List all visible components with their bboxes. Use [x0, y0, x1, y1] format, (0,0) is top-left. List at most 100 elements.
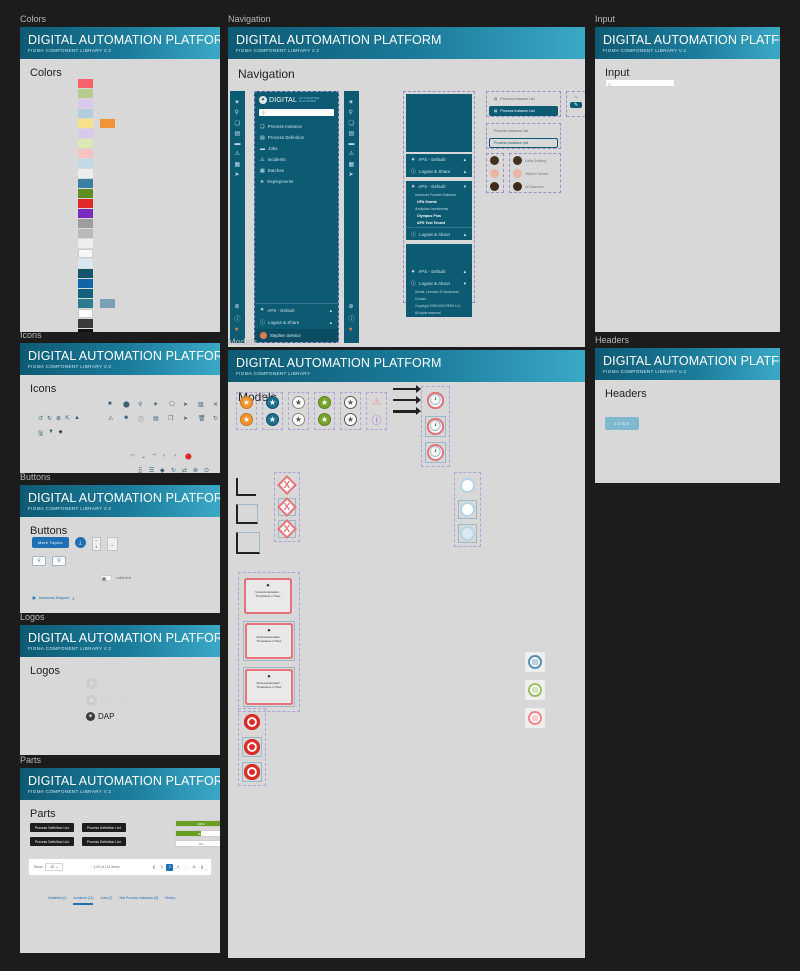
- info-icon[interactable]: ⓘ: [348, 314, 354, 323]
- tab-incidents-12[interactable]: Incidents (12): [73, 896, 94, 905]
- search-icon[interactable]: ⚲: [234, 109, 240, 116]
- avatar-row[interactable]: Kathy Schilling: [510, 154, 560, 167]
- sidebar-item-deployments[interactable]: ➤ Deployments: [255, 176, 338, 187]
- nav-dropdown-collapsed[interactable]: ✷ APS - Default ▲ ⓘ Logout & Share ▲: [406, 154, 472, 177]
- warning-icon[interactable]: ⚠: [234, 150, 240, 157]
- list-item-muted[interactable]: Process Instance List: [489, 126, 558, 136]
- download-diagram-link[interactable]: Download Diagram: [39, 596, 70, 600]
- gear-icon[interactable]: ✷: [234, 99, 240, 106]
- list-item[interactable]: ▤ Process Instance List: [489, 94, 558, 104]
- pager-page[interactable]: 1: [158, 864, 165, 871]
- process-instance-icon[interactable]: ❏: [348, 120, 354, 127]
- breadcrumb-chip[interactable]: Process Definition List: [81, 837, 126, 846]
- file-icon[interactable]: ▤: [153, 415, 159, 422]
- refresh-icon[interactable]: ↻: [213, 415, 218, 422]
- info-icon[interactable]: ⓘ: [138, 415, 144, 424]
- breadcrumb-chip[interactable]: Process Definition List: [30, 837, 74, 846]
- quantity-stepper[interactable]: ⌃ 1: [91, 537, 101, 551]
- gear-dark-icon[interactable]: ✷: [58, 429, 63, 436]
- breadcrumb-chip[interactable]: Process Definition List: [81, 823, 126, 832]
- chevron-down-icon[interactable]: ⌄: [141, 453, 146, 460]
- breadcrumb-chip[interactable]: Process Definition List: [30, 823, 74, 832]
- globe-icon[interactable]: ⊕: [234, 303, 240, 310]
- file-icon[interactable]: ▤: [348, 130, 354, 137]
- nav-footer-logout-share[interactable]: ⓘ Logout & Share ▲: [255, 316, 338, 329]
- nav-rail-icons[interactable]: ✷ ⚲ ❏ ▤ ▬ ⚠ ▦ ➤ ⊕ ⓘ ●: [234, 95, 240, 337]
- nav-aps-default-3[interactable]: ✷ APS - Default ▲: [406, 266, 472, 277]
- tab-sub-process-instances-6[interactable]: Sub Process Instances (6): [119, 896, 158, 905]
- up-arrow-icon[interactable]: ▲: [74, 415, 80, 421]
- nav-legal-expanded[interactable]: ✷ APS - Default ▲ ⓘ Logout & About ▼ Dee…: [406, 244, 472, 317]
- sidebar-item-incidents[interactable]: ⚠ Incidents: [255, 154, 338, 165]
- chevron-up-icon[interactable]: ▲: [463, 169, 467, 174]
- legal-link[interactable]: Contact: [406, 296, 472, 303]
- dot-red-icon[interactable]: ⬤: [185, 453, 192, 460]
- chevron-down-icon[interactable]: ▼: [463, 184, 467, 189]
- close-icon[interactable]: ✕: [213, 401, 218, 408]
- chevron-up-icon[interactable]: ⌃: [152, 453, 157, 460]
- batch-icon[interactable]: ▦: [348, 161, 354, 168]
- filter-icon[interactable]: ▼: [48, 429, 54, 435]
- send-icon[interactable]: ➤: [183, 415, 188, 422]
- chevron-up-icon[interactable]: ▲: [463, 269, 467, 274]
- record-icon[interactable]: ⬤: [123, 401, 130, 408]
- avatar-icon[interactable]: ●: [234, 326, 240, 333]
- nav-group-item[interactable]: Olympus Plus: [406, 213, 472, 220]
- chevron-down-icon[interactable]: ▼: [463, 281, 467, 286]
- avatar-row[interactable]: [487, 154, 503, 167]
- chevron-down-icon[interactable]: ⌄: [111, 542, 114, 547]
- nav-legal-about[interactable]: ⓘ Logout & Share ▲: [406, 165, 472, 177]
- pager-page[interactable]: ...: [182, 864, 189, 871]
- search-button-outline[interactable]: ⚲: [52, 556, 66, 566]
- nav-aps-default[interactable]: ✷ APS - Default ▲: [406, 154, 472, 165]
- nav-menu-list[interactable]: ❏ Process Instance ▤ Process Definition ▬ Job…: [255, 121, 338, 187]
- rocket-icon[interactable]: ➤: [348, 171, 354, 178]
- list-item-outline[interactable]: Process Instance List: [489, 138, 558, 148]
- save-icon[interactable]: 🖫: [38, 429, 43, 439]
- page-size-select[interactable]: 10 ⌄: [45, 863, 64, 871]
- label-toggle[interactable]: [100, 575, 112, 581]
- avatar-row[interactable]: Stephen Service: [510, 167, 560, 180]
- warning-icon[interactable]: ⚠: [348, 150, 354, 157]
- pager-page[interactable]: 3: [174, 864, 181, 871]
- nav-sidebar-expanded[interactable]: ✷ DIGITAL AUTOMATION PLATFORM ⚲ ❏ Process…: [254, 91, 339, 343]
- spinner-icon[interactable]: ◠: [130, 453, 135, 460]
- nav-legal-about-2[interactable]: ⓘ Logout & About ▲: [406, 227, 472, 240]
- nav-dropdown-expanded[interactable]: ✷ APS - Default ▼ Advanced Provider Solu…: [406, 181, 472, 240]
- download-icon-button[interactable]: ⤓: [74, 537, 86, 548]
- nav-footer-aps-default[interactable]: ✷ APS - Default ▲: [255, 304, 338, 316]
- tab-variables-0[interactable]: Variables (0): [48, 896, 66, 905]
- rocket-icon[interactable]: ➤: [183, 401, 188, 408]
- tab-bar[interactable]: Variables (0) Incidents (12) Jobs (2) Sub P…: [48, 896, 175, 905]
- pager-first[interactable]: ❮: [150, 864, 157, 871]
- search-button-small[interactable]: ⚲: [32, 556, 46, 566]
- legal-link[interactable]: All rights reserved.: [406, 310, 472, 317]
- gear-icon[interactable]: ✷: [153, 401, 158, 408]
- process-instance-icon[interactable]: ❏: [234, 120, 240, 127]
- avatar-icon[interactable]: ●: [348, 326, 354, 333]
- tab-jobs-2[interactable]: Jobs (2): [100, 896, 112, 905]
- nav-search-input[interactable]: ⚲: [259, 109, 334, 116]
- warning-icon[interactable]: ⚠: [108, 415, 113, 422]
- chevron-left-icon[interactable]: ‹: [163, 453, 165, 459]
- undo-icon[interactable]: ↺: [38, 415, 43, 422]
- list-item-selected[interactable]: ▤ Process Instance List: [489, 106, 558, 116]
- briefcase-icon[interactable]: ▬: [348, 141, 354, 147]
- globe-icon[interactable]: ⊕: [348, 303, 354, 310]
- copy-icon[interactable]: ❐: [168, 415, 173, 422]
- nav-group-item[interactable]: APS Test Tenant: [406, 220, 472, 227]
- dropdown-button[interactable]: ⌄: [106, 537, 118, 551]
- edit-square-icon[interactable]: ✎: [570, 102, 582, 108]
- redo-icon[interactable]: ↻: [47, 415, 52, 422]
- chart-icon[interactable]: ▨: [198, 401, 204, 408]
- avatar-row[interactable]: [487, 167, 503, 180]
- sidebar-item-process-instance[interactable]: ❏ Process Instance: [255, 121, 338, 132]
- chevron-up-icon[interactable]: ▲: [329, 320, 333, 325]
- chevron-up-icon[interactable]: ▲: [463, 232, 467, 237]
- nav-logo[interactable]: ✷ DIGITAL AUTOMATION PLATFORM: [255, 92, 338, 107]
- pencil-icon[interactable]: ✎: [567, 92, 585, 101]
- legal-link[interactable]: Copyright 1998-2024 PARS LLC: [406, 303, 472, 310]
- file-icon[interactable]: ▤: [234, 130, 240, 137]
- stop-icon[interactable]: ■: [108, 401, 112, 407]
- sidebar-item-jobs[interactable]: ▬ Jobs: [255, 143, 338, 154]
